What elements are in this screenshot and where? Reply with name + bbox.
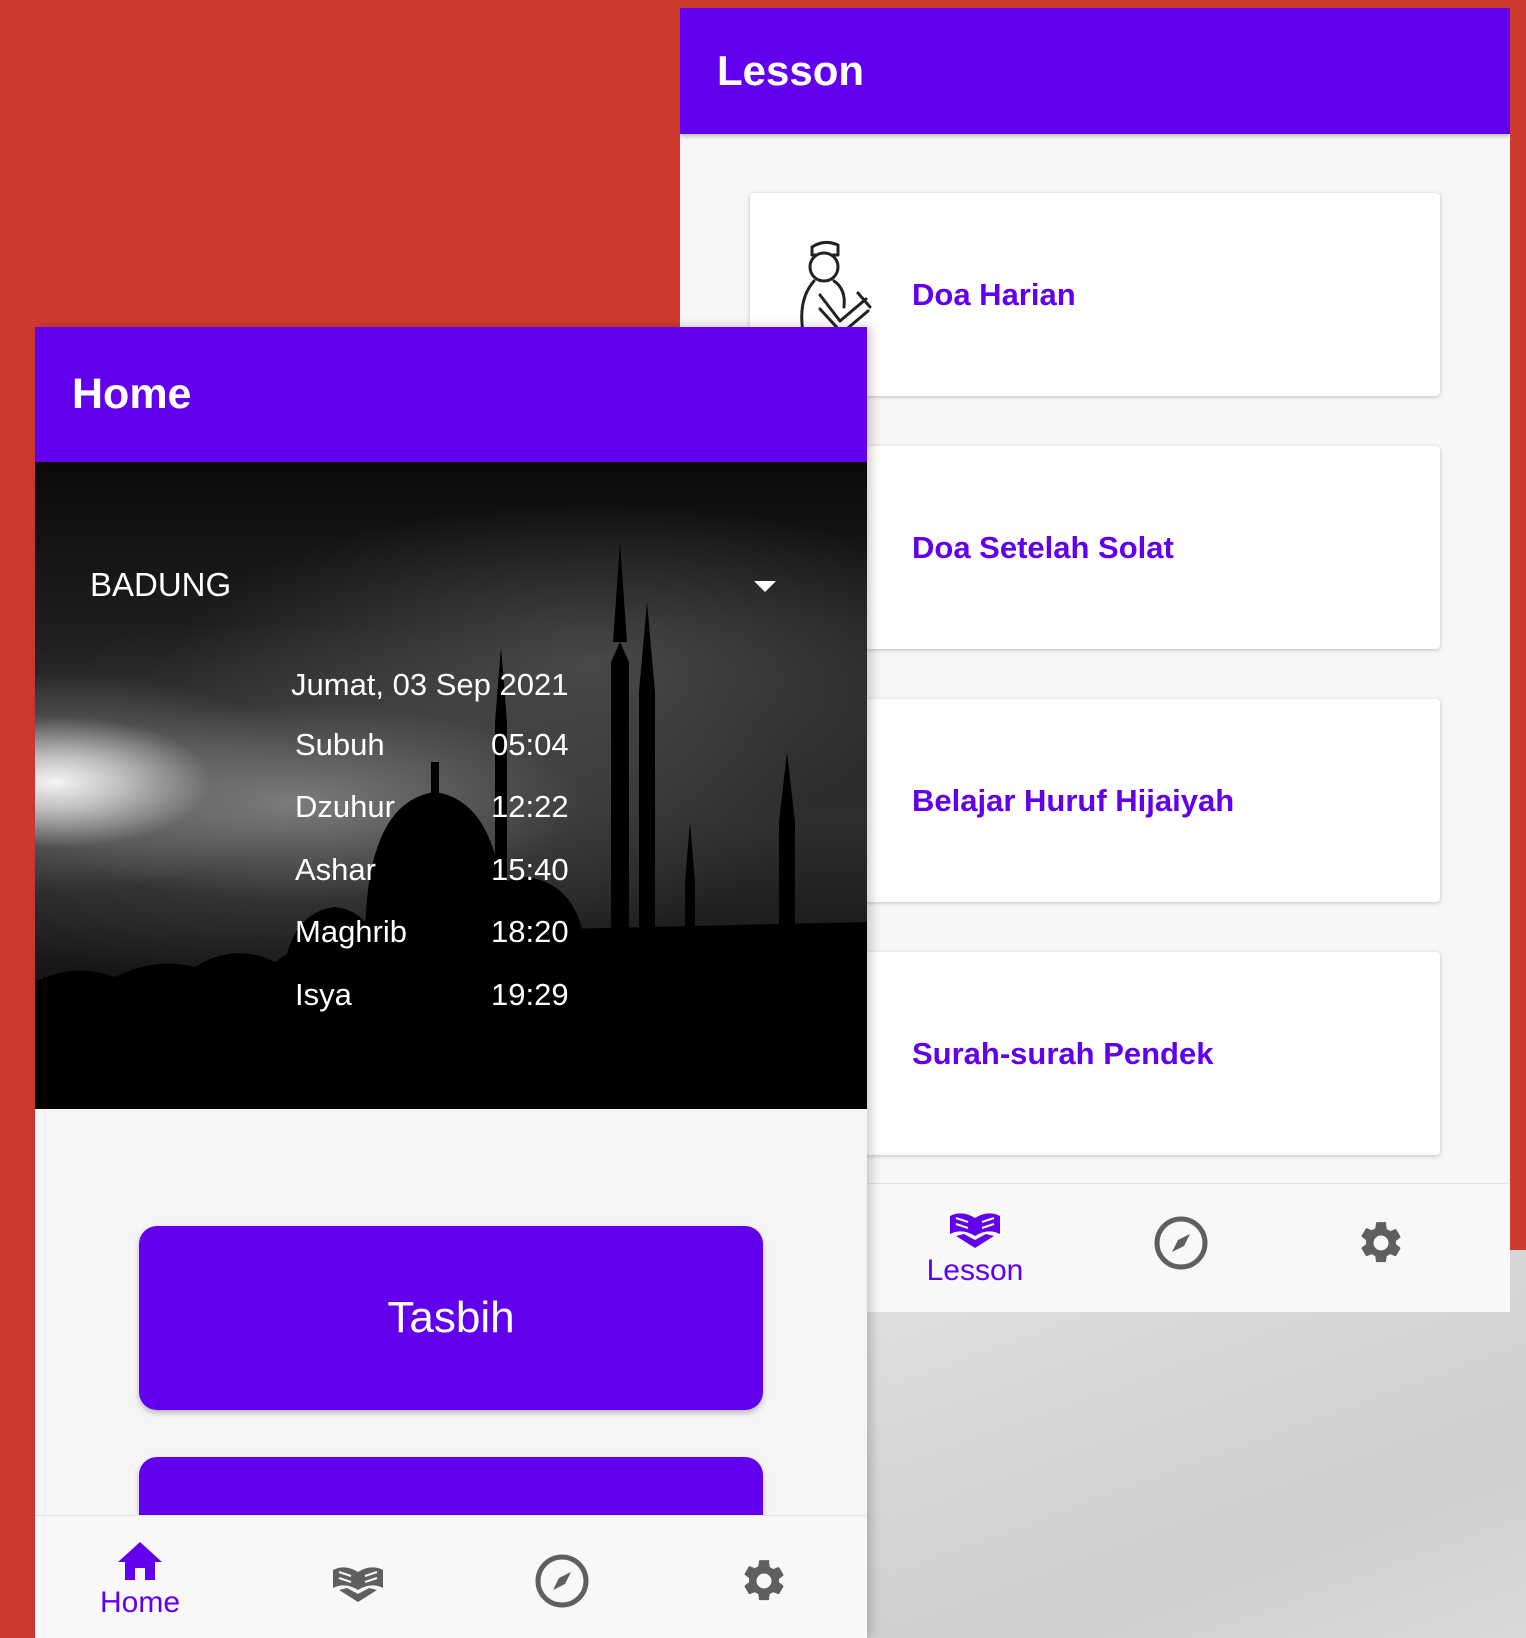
prayer-time: 12:22 xyxy=(491,789,569,824)
city-selector[interactable]: BADUNG xyxy=(90,566,790,616)
compass-icon xyxy=(1154,1216,1208,1270)
lesson-title: Lesson xyxy=(717,47,865,94)
home-screen: Home BADUNG Jumat, 03 Sep 2021 Subuh 05:… xyxy=(35,327,867,1638)
lesson-card-label: Belajar Huruf Hijaiyah xyxy=(912,782,1235,818)
prayer-row-ashar: Ashar 15:40 xyxy=(295,852,575,892)
lesson-card-label: Doa Setelah Solat xyxy=(912,529,1174,565)
home-icon xyxy=(118,1542,162,1580)
prayer-row-dzuhur: Dzuhur 12:22 xyxy=(295,789,575,829)
nav-item-settings[interactable] xyxy=(1356,1218,1406,1268)
prayer-name: Dzuhur xyxy=(295,789,395,824)
lesson-card-label: Doa Harian xyxy=(912,276,1076,312)
gear-icon xyxy=(1361,1222,1401,1263)
nav-item-qibla[interactable] xyxy=(533,1552,591,1610)
gear-icon xyxy=(744,1560,784,1601)
nav-label-lesson: Lesson xyxy=(926,1254,1024,1287)
prayer-time: 05:04 xyxy=(491,727,569,762)
quran-icon xyxy=(950,1213,1000,1248)
prayer-row-isya: Isya 19:29 xyxy=(295,977,575,1017)
home-title: Home xyxy=(72,370,192,418)
prayer-times-hero: BADUNG Jumat, 03 Sep 2021 Subuh 05:04 Dz… xyxy=(35,462,867,1109)
home-bottom-nav: Home xyxy=(35,1515,867,1638)
nav-item-settings[interactable] xyxy=(739,1556,789,1606)
tasbih-button[interactable]: Tasbih xyxy=(139,1226,763,1410)
prayer-date: Jumat, 03 Sep 2021 xyxy=(291,667,569,702)
home-app-bar: Home xyxy=(35,327,867,462)
prayer-row-subuh: Subuh 05:04 xyxy=(295,727,575,767)
nav-item-qibla[interactable] xyxy=(1152,1214,1210,1272)
prayer-row-maghrib: Maghrib 18:20 xyxy=(295,914,575,954)
city-name: BADUNG xyxy=(90,566,232,603)
lesson-app-bar: Lesson xyxy=(680,8,1510,134)
nav-item-lesson[interactable]: Lesson xyxy=(900,1204,1050,1288)
compass-icon xyxy=(535,1554,589,1608)
prayer-name: Subuh xyxy=(295,727,385,762)
nav-item-home[interactable]: Home xyxy=(75,1540,205,1620)
prayer-name: Ashar xyxy=(295,852,376,887)
quran-icon xyxy=(333,1567,383,1602)
nav-item-lesson[interactable] xyxy=(329,1558,387,1604)
lesson-card-label: Surah-surah Pendek xyxy=(912,1035,1214,1071)
prayer-time: 18:20 xyxy=(491,914,569,949)
chevron-down-icon xyxy=(754,581,776,592)
nav-label-home: Home xyxy=(99,1586,181,1619)
prayer-time: 19:29 xyxy=(491,977,569,1012)
prayer-name: Isya xyxy=(295,977,352,1012)
prayer-time: 15:40 xyxy=(491,852,569,887)
prayer-name: Maghrib xyxy=(295,914,407,949)
